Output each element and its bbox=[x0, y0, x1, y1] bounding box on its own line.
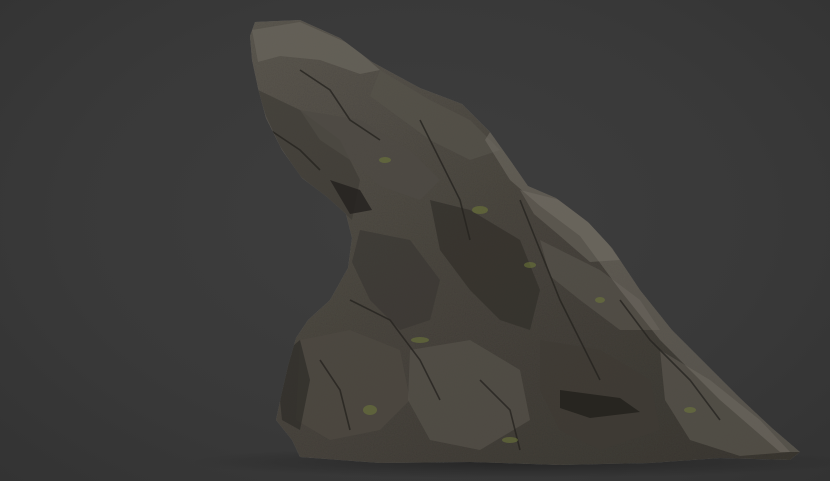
rock-render bbox=[190, 20, 830, 478]
render-viewport bbox=[0, 0, 830, 481]
